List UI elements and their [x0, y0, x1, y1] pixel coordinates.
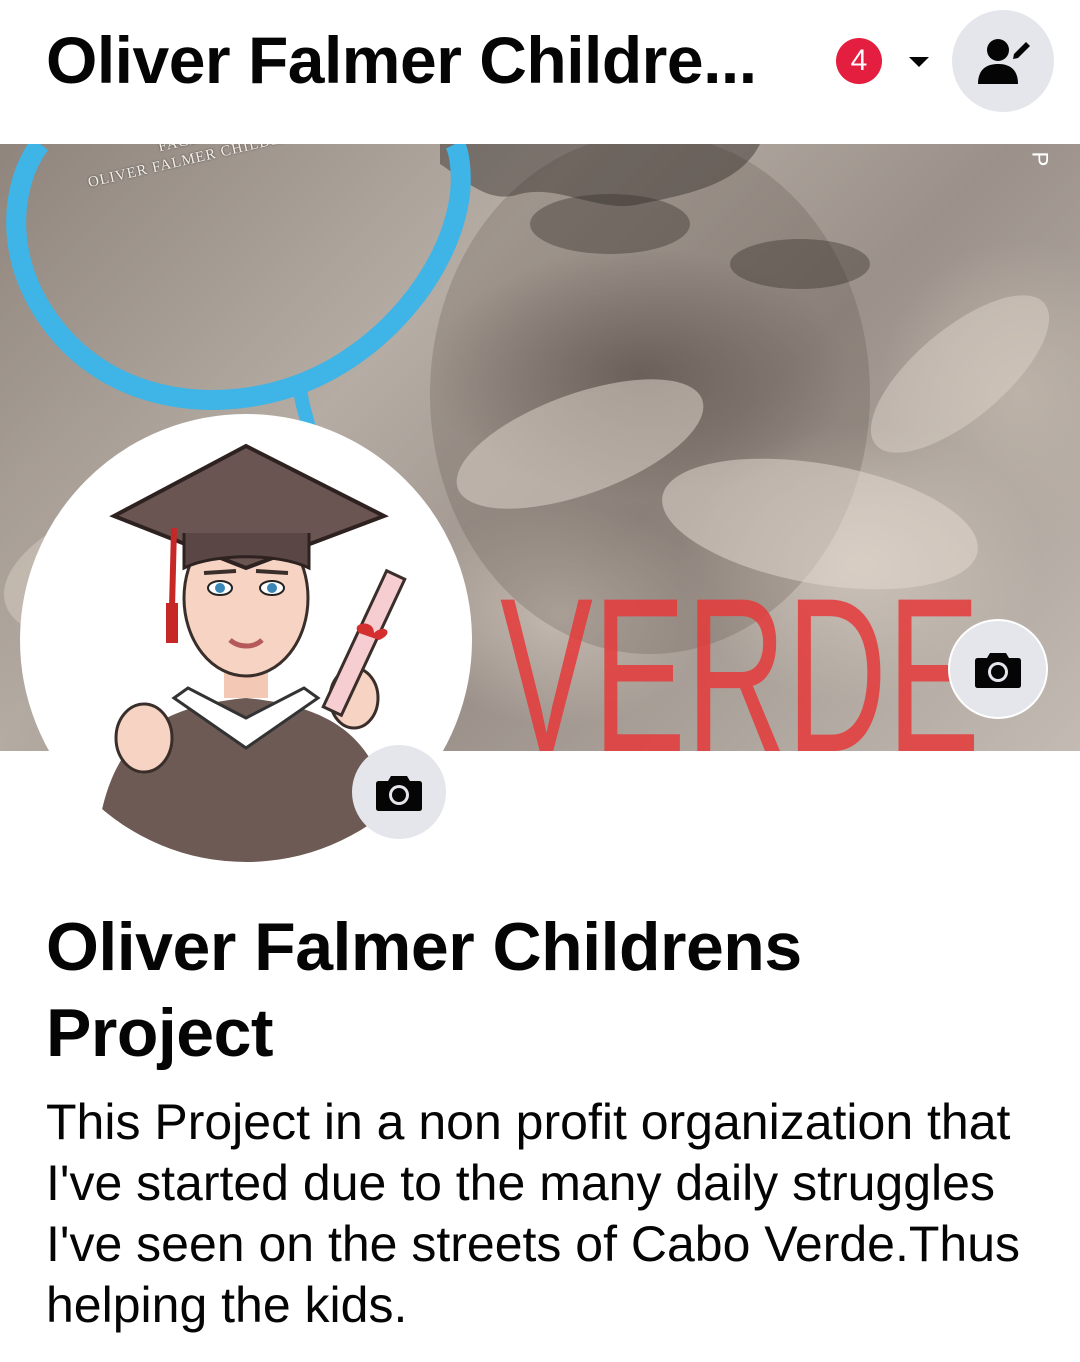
caret-down-icon[interactable] [904, 50, 934, 74]
person-edit-icon [978, 39, 1030, 84]
page-name: Oliver Falmer Childrens Project [46, 909, 802, 1071]
cover-corner-text: P [1027, 151, 1053, 167]
camera-icon [975, 653, 1021, 688]
camera-icon [376, 776, 422, 811]
svg-text:VERDE: VERDE [500, 552, 980, 751]
top-header: Oliver Falmer Childre... 4 [0, 0, 1080, 140]
header-page-title: Oliver Falmer Childre... [46, 23, 757, 97]
edit-cover-button[interactable] [948, 619, 1048, 719]
page-description: This Project in a non profit organizatio… [46, 1094, 1021, 1333]
edit-profile-picture-button[interactable] [352, 745, 446, 839]
notification-badge[interactable]: 4 [836, 38, 882, 84]
switch-profile-button[interactable] [952, 10, 1054, 112]
